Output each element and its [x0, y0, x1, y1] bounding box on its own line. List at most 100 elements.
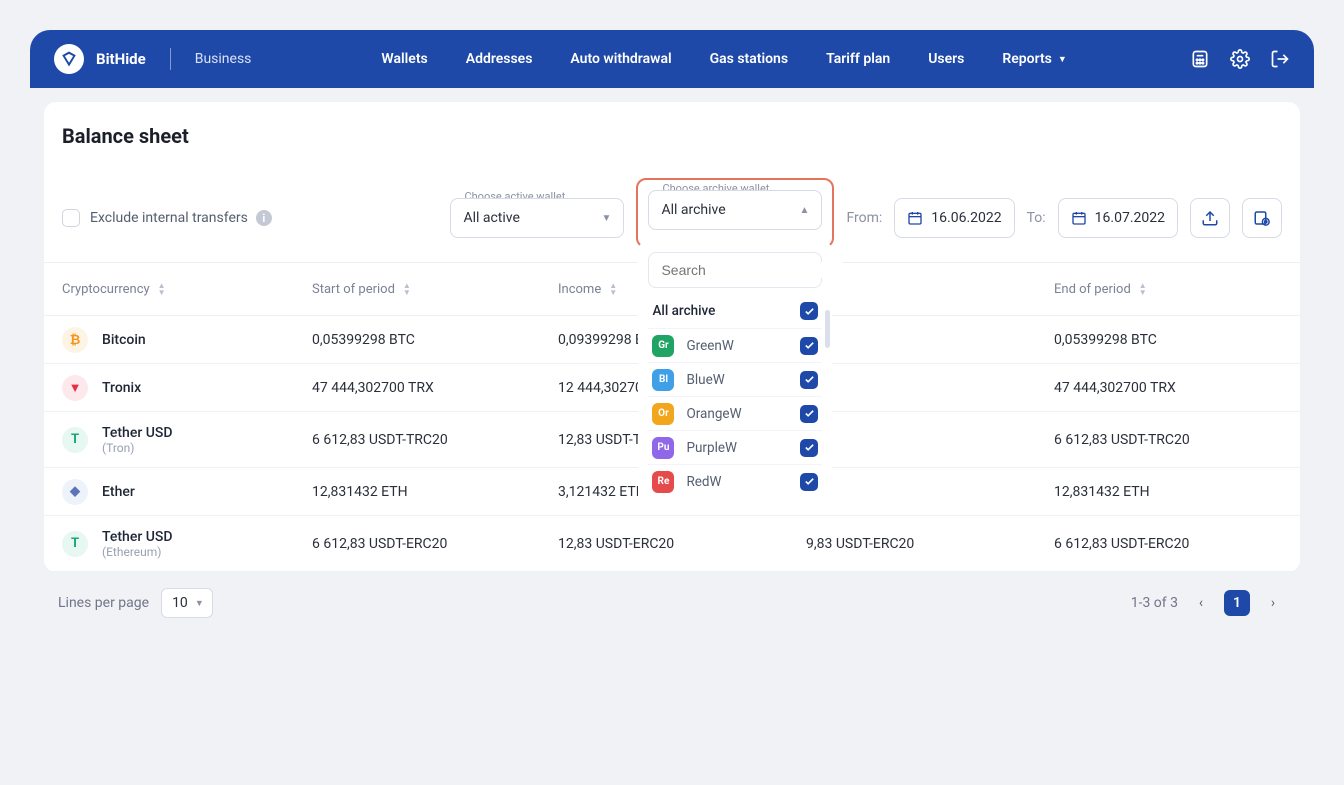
lines-per-page-label: Lines per page [58, 595, 149, 611]
checkbox-checked-icon [800, 371, 818, 389]
table-footer: Lines per page 10 ▼ 1-3 of 3 ‹ 1 › [44, 572, 1300, 618]
asset-icon: ◆ [62, 479, 88, 505]
asset-name: Tether USD [102, 529, 173, 545]
chevron-down-icon: ▼ [195, 598, 204, 609]
nav-auto-withdrawal[interactable]: Auto withdrawal [570, 51, 671, 67]
asset-name: Ether [102, 484, 135, 500]
dropdown-item[interactable]: Pu PurpleW [648, 430, 822, 464]
dropdown-item[interactable]: Bl BlueW [648, 362, 822, 396]
dropdown-item-label: All archive [652, 303, 788, 319]
export-button[interactable] [1190, 198, 1230, 238]
archive-wallet-dropdown: All archive Gr GreenW Bl BlueW Or Orange… [638, 242, 832, 504]
gear-icon[interactable] [1230, 49, 1250, 69]
chevron-up-icon: ▲ [800, 205, 810, 216]
chevron-down-icon: ▼ [602, 213, 612, 224]
brand-name: BitHide [96, 50, 146, 68]
dropdown-item[interactable]: Re RedW [648, 464, 822, 498]
asset-name: Tronix [102, 380, 141, 396]
checkbox-checked-icon [800, 473, 818, 491]
nav-reports[interactable]: Reports ▼ [1002, 51, 1066, 67]
page-next-button[interactable]: › [1260, 590, 1286, 616]
header-actions [1190, 49, 1290, 69]
end-value: 0,05399298 BTC [1054, 332, 1282, 348]
col-end[interactable]: End of period▲▼ [1054, 282, 1282, 297]
asset-icon: T [62, 427, 88, 453]
dropdown-item[interactable]: Or OrangeW [648, 396, 822, 430]
exclude-internal-label: Exclude internal transfers i [90, 210, 272, 226]
app-header: BitHide Business Wallets Addresses Auto … [30, 30, 1314, 88]
col-start[interactable]: Start of period▲▼ [312, 282, 558, 297]
calendar-icon [1071, 210, 1087, 226]
asset-cell: T Tether USD (Tron) [62, 425, 312, 455]
lines-per-page-select[interactable]: 10 ▼ [161, 588, 213, 618]
checkbox-checked-icon [800, 439, 818, 457]
end-value: 12,831432 ETH [1054, 484, 1282, 500]
exclude-internal-checkbox[interactable] [62, 209, 80, 227]
nav-wallets[interactable]: Wallets [381, 51, 427, 67]
sort-icon: ▲▼ [609, 282, 617, 296]
asset-sub: (Ethereum) [102, 545, 173, 559]
asset-cell: ▼ Tronix [62, 375, 312, 401]
active-wallet-select-wrap: Choose active wallet All active ▼ [450, 198, 624, 238]
nav-users[interactable]: Users [928, 51, 964, 67]
report-settings-icon [1253, 209, 1271, 227]
start-value: 47 444,302700 TRX [312, 380, 558, 396]
end-value: 6 612,83 USDT-TRC20 [1054, 432, 1282, 448]
end-value: 47 444,302700 TRX [1054, 380, 1282, 396]
sort-icon: ▲▼ [158, 282, 166, 296]
start-value: 6 612,83 USDT-TRC20 [312, 432, 558, 448]
archive-wallet-value: All archive [661, 202, 725, 218]
outcome-value: 9,83 USDT-ERC20 [806, 536, 1054, 552]
nav-addresses[interactable]: Addresses [466, 51, 533, 67]
page-title: Balance sheet [62, 124, 1276, 148]
to-label: To: [1027, 210, 1046, 226]
wallet-badge-icon: Re [652, 471, 674, 493]
archive-wallet-highlight: Choose archive wallet All archive ▲ [636, 178, 834, 248]
end-value: 6 612,83 USDT-ERC20 [1054, 536, 1282, 552]
pagination: 1-3 of 3 ‹ 1 › [1131, 590, 1286, 616]
info-icon[interactable]: i [256, 210, 272, 226]
start-value: 6 612,83 USDT-ERC20 [312, 536, 558, 552]
dropdown-item-all[interactable]: All archive [648, 294, 822, 328]
asset-cell: T Tether USD (Ethereum) [62, 529, 312, 559]
nav-gas-stations[interactable]: Gas stations [710, 51, 788, 67]
dropdown-item[interactable]: Gr GreenW [648, 328, 822, 362]
wallet-badge-icon: Bl [652, 369, 674, 391]
page-range: 1-3 of 3 [1131, 595, 1178, 611]
checkbox-checked-icon [800, 337, 818, 355]
active-wallet-select[interactable]: All active ▼ [450, 198, 624, 238]
asset-icon: ₿ [62, 327, 88, 353]
dropdown-item-label: RedW [686, 474, 788, 490]
col-cryptocurrency[interactable]: Cryptocurrency▲▼ [62, 282, 312, 297]
checkbox-checked-icon [800, 302, 818, 320]
logout-icon[interactable] [1270, 49, 1290, 69]
from-date-input[interactable]: 16.06.2022 [894, 198, 1014, 238]
asset-cell: ◆ Ether [62, 479, 312, 505]
chevron-down-icon: ▼ [1058, 54, 1067, 65]
col-outcome[interactable]: Outcome [806, 282, 1054, 297]
main-nav: Wallets Addresses Auto withdrawal Gas st… [381, 51, 1066, 67]
to-date-input[interactable]: 16.07.2022 [1058, 198, 1178, 238]
filters-row: Exclude internal transfers i Choose acti… [44, 172, 1300, 248]
archive-wallet-select[interactable]: All archive ▲ [648, 190, 822, 230]
asset-name: Tether USD [102, 425, 173, 441]
calculator-icon[interactable] [1190, 49, 1210, 69]
wallet-badge-icon: Gr [652, 335, 674, 357]
brand-separator [170, 48, 171, 70]
page-prev-button[interactable]: ‹ [1188, 590, 1214, 616]
dropdown-scrollbar[interactable] [825, 310, 830, 348]
dropdown-search[interactable] [648, 252, 822, 288]
nav-tariff-plan[interactable]: Tariff plan [826, 51, 890, 67]
table-row: T Tether USD (Ethereum) 6 612,83 USDT-ER… [44, 516, 1300, 572]
start-value: 0,05399298 BTC [312, 332, 558, 348]
page-current[interactable]: 1 [1224, 590, 1250, 616]
dropdown-item-label: BlueW [686, 372, 788, 388]
brand-block: BitHide Business [54, 44, 251, 74]
to-date-value: 16.07.2022 [1095, 210, 1165, 226]
logo-icon [54, 44, 84, 74]
dropdown-item-label: GreenW [686, 338, 788, 354]
asset-icon: ▼ [62, 375, 88, 401]
upload-icon [1201, 209, 1219, 227]
settings-columns-button[interactable] [1242, 198, 1282, 238]
dropdown-search-input[interactable] [661, 262, 842, 278]
